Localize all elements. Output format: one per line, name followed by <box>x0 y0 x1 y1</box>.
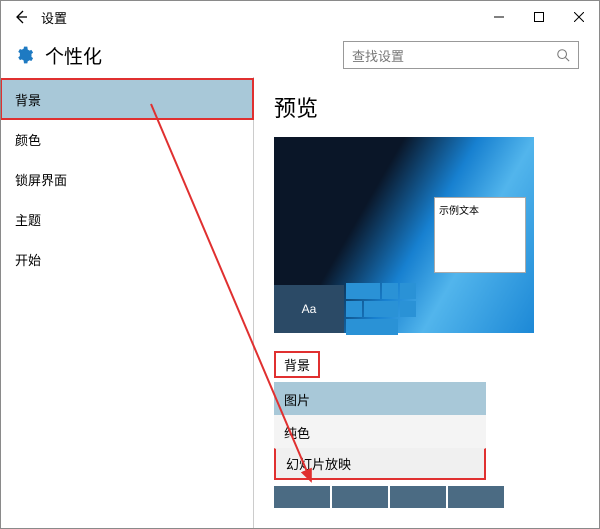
sidebar-item-themes[interactable]: 主题 <box>1 199 253 239</box>
maximize-button[interactable] <box>519 1 559 33</box>
wallpaper-thumb[interactable] <box>448 486 504 508</box>
preview-tiles <box>344 285 418 333</box>
page-title: 个性化 <box>45 42 102 69</box>
sidebar-item-label: 主题 <box>15 210 41 229</box>
wallpaper-thumb[interactable] <box>390 486 446 508</box>
background-combo-open[interactable]: 图片 纯色 幻灯片放映 <box>274 382 486 480</box>
window-title: 设置 <box>41 8 479 27</box>
combo-option-picture[interactable]: 图片 <box>274 382 486 415</box>
back-button[interactable] <box>9 5 33 29</box>
sample-text-label: 示例文本 <box>439 206 479 217</box>
preview-heading: 预览 <box>274 91 579 123</box>
preview-start-tile: Aa <box>274 285 344 333</box>
combo-option-label: 图片 <box>284 390 310 409</box>
search-placeholder: 查找设置 <box>352 46 556 65</box>
sidebar: 背景 颜色 锁屏界面 主题 开始 <box>1 77 254 528</box>
search-icon <box>556 48 570 62</box>
wallpaper-thumb[interactable] <box>274 486 330 508</box>
body: 背景 颜色 锁屏界面 主题 开始 预览 示例文本 Aa 背景 <box>1 77 599 528</box>
titlebar: 设置 <box>1 1 599 33</box>
gear-icon <box>13 44 35 66</box>
sidebar-item-label: 背景 <box>15 90 41 109</box>
settings-window: 设置 个性化 查找设置 背景 颜色 锁屏界面 <box>0 0 600 529</box>
sidebar-item-colors[interactable]: 颜色 <box>1 119 253 159</box>
preview-sample-window: 示例文本 <box>434 197 526 273</box>
combo-option-solid[interactable]: 纯色 <box>274 415 486 448</box>
preview-taskbar: Aa <box>274 285 534 333</box>
sidebar-item-label: 开始 <box>15 250 41 269</box>
desktop-preview: 示例文本 Aa <box>274 137 534 333</box>
combo-option-label: 纯色 <box>284 423 310 442</box>
sidebar-item-lockscreen[interactable]: 锁屏界面 <box>1 159 253 199</box>
main-panel: 预览 示例文本 Aa 背景 图片 纯色 幻灯片放映 <box>254 77 599 528</box>
wallpaper-thumb[interactable] <box>332 486 388 508</box>
sidebar-item-label: 锁屏界面 <box>15 170 67 189</box>
sidebar-item-background[interactable]: 背景 <box>1 79 253 119</box>
close-button[interactable] <box>559 1 599 33</box>
sidebar-item-start[interactable]: 开始 <box>1 239 253 279</box>
sidebar-item-label: 颜色 <box>15 130 41 149</box>
combo-option-label: 幻灯片放映 <box>286 454 351 473</box>
wallpaper-thumbs <box>274 486 579 508</box>
combo-option-slideshow[interactable]: 幻灯片放映 <box>274 448 486 480</box>
search-input[interactable]: 查找设置 <box>343 41 579 69</box>
window-controls <box>479 1 599 33</box>
minimize-button[interactable] <box>479 1 519 33</box>
background-section-label: 背景 <box>274 351 320 378</box>
header: 个性化 查找设置 <box>1 33 599 77</box>
